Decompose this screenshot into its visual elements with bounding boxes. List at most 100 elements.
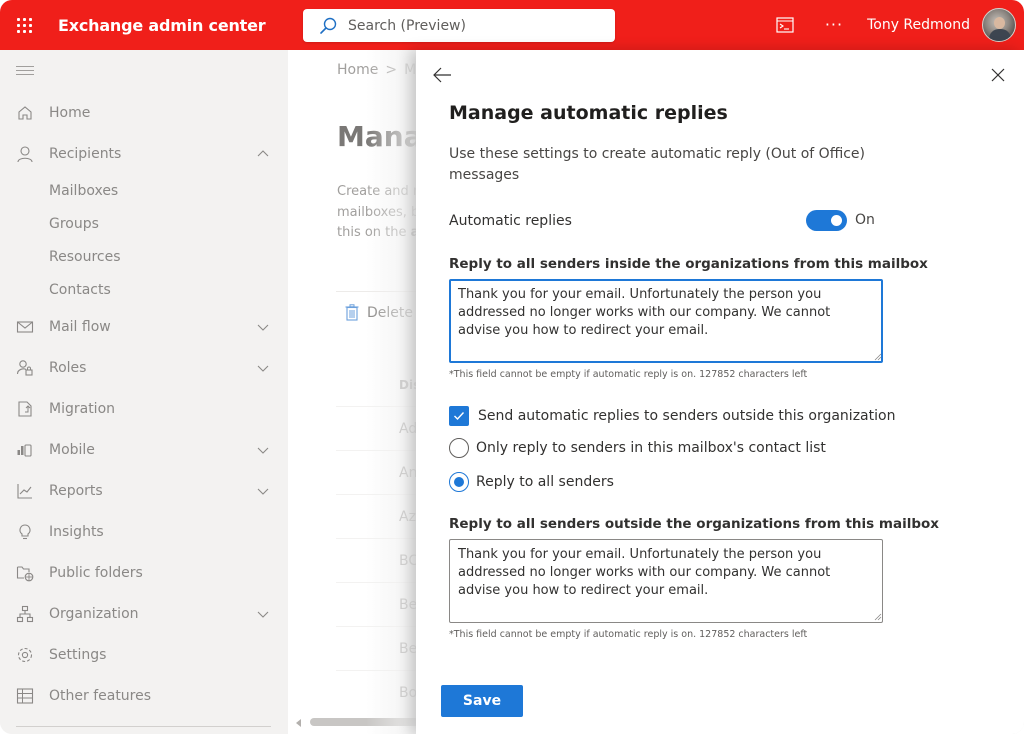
sidebar-item-mail-flow[interactable]: Mail flow xyxy=(0,306,288,347)
sidebar-subitem-groups[interactable]: Groups xyxy=(0,207,288,240)
waffle-icon xyxy=(16,17,32,33)
sidebar-item-label: Reports xyxy=(49,482,103,499)
horizontal-scrollbar[interactable] xyxy=(296,718,430,728)
inside-reply-hint: *This field cannot be empty if automatic… xyxy=(449,369,808,380)
radio-contacts-only-label: Only reply to senders in this mailbox's … xyxy=(476,440,826,456)
page-description: Create and m mailboxes, b this on the a xyxy=(337,182,426,244)
nav-list: Home Recipients Mailboxes Groups Resourc… xyxy=(0,92,288,716)
close-icon xyxy=(991,68,1005,82)
page-description-line: mailboxes, b xyxy=(337,204,420,220)
automatic-replies-label: Automatic replies xyxy=(449,213,572,229)
send-outside-checkbox-row[interactable]: Send automatic replies to senders outsid… xyxy=(449,406,895,426)
sidebar-divider xyxy=(16,726,271,727)
chevron-down-icon[interactable] xyxy=(256,607,270,621)
inside-reply-textarea[interactable]: Thank you for your email. Unfortunately … xyxy=(449,279,883,363)
chevron-down-icon[interactable] xyxy=(256,484,270,498)
radio-contacts-only[interactable] xyxy=(449,438,469,458)
chevron-down-icon[interactable] xyxy=(256,361,270,375)
panel-title: Manage automatic replies xyxy=(449,102,728,124)
chevron-down-icon[interactable] xyxy=(256,443,270,457)
arrow-left-icon xyxy=(433,67,451,83)
search-box[interactable]: Search (Preview) xyxy=(303,9,615,42)
sidebar-item-label: Public folders xyxy=(49,564,143,581)
sidebar-subitem-mailboxes[interactable]: Mailboxes xyxy=(0,174,288,207)
radio-all-senders-row[interactable]: Reply to all senders xyxy=(449,472,614,492)
toggle-state-label: On xyxy=(855,212,875,228)
sidebar-subitem-contacts[interactable]: Contacts xyxy=(0,273,288,306)
sidebar-item-insights[interactable]: Insights xyxy=(0,511,288,552)
gear-icon xyxy=(17,647,33,662)
close-button[interactable] xyxy=(988,65,1008,85)
send-outside-label: Send automatic replies to senders outsid… xyxy=(478,408,896,424)
hamburger-menu-icon[interactable] xyxy=(16,66,34,76)
search-icon xyxy=(320,17,337,34)
grid-table-icon xyxy=(16,687,34,704)
public-folder-icon xyxy=(16,565,34,581)
breadcrumb-separator-icon: > xyxy=(385,62,398,78)
user-name[interactable]: Tony Redmond xyxy=(867,17,970,33)
sidebar-subitem-resources[interactable]: Resources xyxy=(0,240,288,273)
sidebar-item-organization[interactable]: Organization xyxy=(0,593,288,634)
search-input[interactable]: Search (Preview) xyxy=(348,18,466,34)
migration-icon xyxy=(18,400,32,417)
resize-grip-icon[interactable] xyxy=(874,613,882,621)
delete-button[interactable]: Delete xyxy=(345,304,413,321)
radio-contacts-only-row[interactable]: Only reply to senders in this mailbox's … xyxy=(449,438,826,458)
app-title: Exchange admin center xyxy=(58,15,266,35)
toggle-knob xyxy=(831,215,842,226)
sidebar-item-mobile[interactable]: Mobile xyxy=(0,429,288,470)
mobile-icon xyxy=(17,443,32,457)
resize-grip-icon[interactable] xyxy=(874,353,882,361)
send-outside-checkbox[interactable] xyxy=(449,406,469,426)
chevron-down-icon[interactable] xyxy=(256,320,270,334)
page-description-line: Create and m xyxy=(337,184,426,199)
lightbulb-icon xyxy=(19,523,31,539)
sidebar-item-label: Insights xyxy=(49,523,104,540)
radio-all-senders[interactable] xyxy=(449,472,469,492)
sidebar-item-label: Recipients xyxy=(49,145,122,162)
app-window: Exchange admin center Search (Preview) ·… xyxy=(0,0,1024,734)
outside-reply-textarea[interactable]: Thank you for your email. Unfortunately … xyxy=(449,539,883,623)
sidebar-item-label: Mobile xyxy=(49,441,95,458)
scroll-left-icon[interactable] xyxy=(296,719,301,727)
cloud-shell-icon[interactable] xyxy=(775,15,795,35)
back-button[interactable] xyxy=(431,64,453,86)
sidebar-item-other-features[interactable]: Other features xyxy=(0,675,288,716)
person-icon xyxy=(17,145,33,162)
save-button[interactable]: Save xyxy=(441,685,523,717)
chevron-up-icon[interactable] xyxy=(256,147,270,161)
breadcrumb-current[interactable]: M xyxy=(404,62,416,78)
sidebar-item-settings[interactable]: Settings xyxy=(0,634,288,675)
checkmark-icon xyxy=(454,412,465,421)
sidebar-item-label: Organization xyxy=(49,605,139,622)
scrollbar-thumb[interactable] xyxy=(310,718,430,726)
sidebar-item-label: Roles xyxy=(49,359,87,376)
sidebar-item-reports[interactable]: Reports xyxy=(0,470,288,511)
app-launcher-button[interactable] xyxy=(0,0,48,50)
sidebar-item-label: Migration xyxy=(49,400,116,417)
top-right-controls: ··· Tony Redmond xyxy=(775,0,1024,50)
page-description-line: this on the a xyxy=(337,223,426,244)
automatic-replies-panel: Manage automatic replies Use these setti… xyxy=(416,50,1024,734)
more-options-icon[interactable]: ··· xyxy=(825,17,843,33)
sidebar-item-recipients[interactable]: Recipients xyxy=(0,133,288,174)
avatar[interactable] xyxy=(982,8,1016,42)
breadcrumb: Home > M xyxy=(337,62,416,78)
breadcrumb-home[interactable]: Home xyxy=(337,62,378,78)
top-bar: Exchange admin center Search (Preview) ·… xyxy=(0,0,1024,50)
sidebar-item-public-folders[interactable]: Public folders xyxy=(0,552,288,593)
automatic-replies-toggle[interactable] xyxy=(806,210,847,231)
outside-reply-label: Reply to all senders outside the organiz… xyxy=(449,516,939,532)
page-description-text: this on the xyxy=(337,225,411,240)
home-icon xyxy=(18,105,32,120)
reports-icon xyxy=(17,483,32,499)
organization-icon xyxy=(16,605,34,622)
sidebar-item-roles[interactable]: Roles xyxy=(0,347,288,388)
sidebar-item-home[interactable]: Home xyxy=(0,92,288,133)
roles-icon xyxy=(16,359,33,376)
panel-description: Use these settings to create automatic r… xyxy=(449,146,866,183)
automatic-replies-row: Automatic replies On xyxy=(449,208,879,234)
delete-label: Delete xyxy=(367,304,413,321)
sidebar: Home Recipients Mailboxes Groups Resourc… xyxy=(0,50,288,734)
sidebar-item-migration[interactable]: Migration xyxy=(0,388,288,429)
